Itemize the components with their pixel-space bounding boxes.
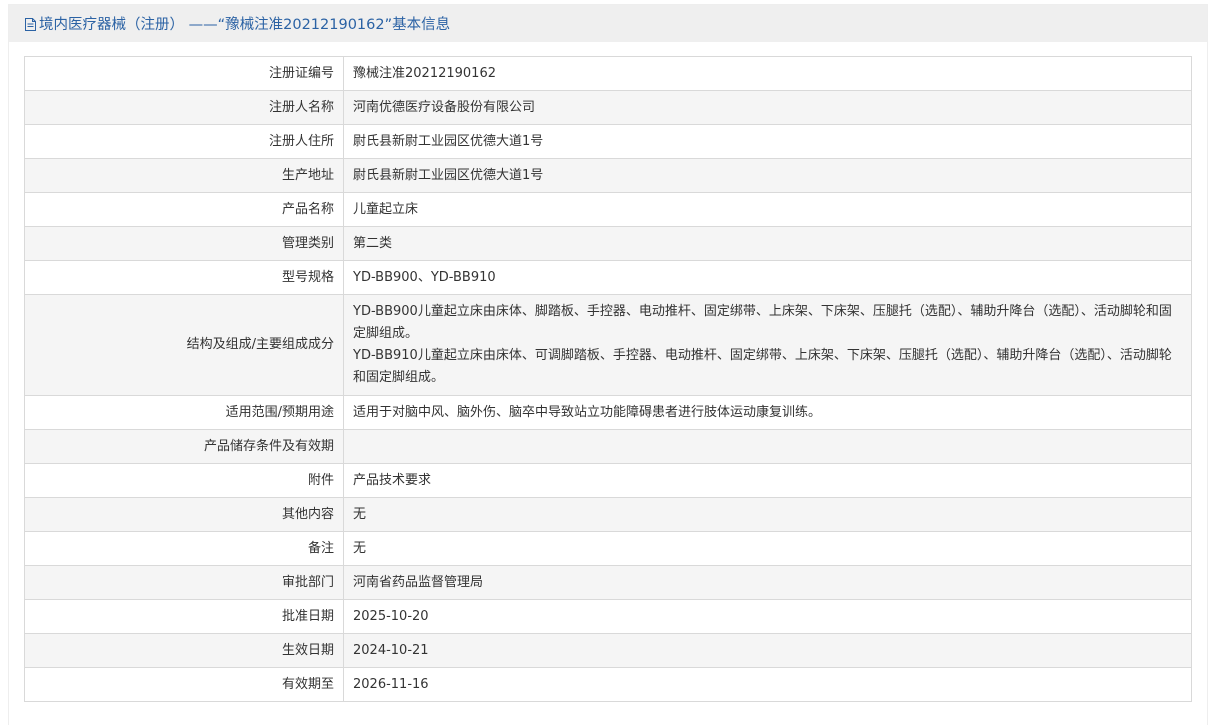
info-table: 注册证编号 豫械注准20212190162 注册人名称 河南优德医疗设备股份有限… [24, 56, 1192, 702]
table-row: 产品储存条件及有效期 [24, 429, 1192, 464]
row-label: 适用范围/预期用途 [24, 395, 344, 430]
row-value: 产品技术要求 [343, 463, 1192, 498]
row-label: 审批部门 [24, 565, 344, 600]
row-label: 管理类别 [24, 226, 344, 261]
row-value [343, 429, 1192, 464]
row-value: 适用于对脑中风、脑外伤、脑卒中导致站立功能障碍患者进行肢体运动康复训练。 [343, 395, 1192, 430]
table-row: 产品名称 儿童起立床 [24, 192, 1192, 227]
row-label: 注册人名称 [24, 90, 344, 125]
row-label: 有效期至 [24, 667, 344, 702]
composition-line: YD-BB910儿童起立床由床体、可调脚踏板、手控器、电动推杆、固定绑带、上床架… [353, 348, 1172, 385]
row-label: 注册证编号 [24, 56, 344, 91]
row-value: 河南省药品监督管理局 [343, 565, 1192, 600]
document-icon [25, 18, 36, 31]
row-label: 生产地址 [24, 158, 344, 193]
page-title: 境内医疗器械（注册） ——“豫械注准20212190162”基本信息 [39, 17, 451, 33]
row-label: 型号规格 [24, 260, 344, 295]
row-value: 尉氏县新尉工业园区优德大道1号 [343, 124, 1192, 159]
table-row: 批准日期 2025-10-20 [24, 599, 1192, 634]
row-value: 无 [343, 497, 1192, 532]
row-label: 生效日期 [24, 633, 344, 668]
row-label: 批准日期 [24, 599, 344, 634]
row-label: 产品储存条件及有效期 [24, 429, 344, 464]
detail-panel: 境内医疗器械（注册） ——“豫械注准20212190162”基本信息 注册证编号… [9, 5, 1207, 725]
table-row: 附件 产品技术要求 [24, 463, 1192, 498]
row-value: 无 [343, 531, 1192, 566]
table-row: 注册人住所 尉氏县新尉工业园区优德大道1号 [24, 124, 1192, 159]
table-row: 备注 无 [24, 531, 1192, 566]
table-row: 注册证编号 豫械注准20212190162 [24, 56, 1192, 91]
row-value: 第二类 [343, 226, 1192, 261]
row-value: 豫械注准20212190162 [343, 56, 1192, 91]
row-label: 产品名称 [24, 192, 344, 227]
row-value: 2026-11-16 [343, 667, 1192, 702]
row-value: 儿童起立床 [343, 192, 1192, 227]
panel-header: 境内医疗器械（注册） ——“豫械注准20212190162”基本信息 [9, 5, 1207, 42]
table-row: 管理类别 第二类 [24, 226, 1192, 261]
table-row: 结构及组成/主要组成成分 YD-BB900儿童起立床由床体、脚踏板、手控器、电动… [24, 294, 1192, 396]
row-value: YD-BB900、YD-BB910 [343, 260, 1192, 295]
table-row: 生产地址 尉氏县新尉工业园区优德大道1号 [24, 158, 1192, 193]
table-row: 适用范围/预期用途 适用于对脑中风、脑外伤、脑卒中导致站立功能障碍患者进行肢体运… [24, 395, 1192, 430]
composition-line: YD-BB900儿童起立床由床体、脚踏板、手控器、电动推杆、固定绑带、上床架、下… [353, 304, 1172, 341]
table-row: 注册人名称 河南优德医疗设备股份有限公司 [24, 90, 1192, 125]
table-row: 审批部门 河南省药品监督管理局 [24, 565, 1192, 600]
table-row: 生效日期 2024-10-21 [24, 633, 1192, 668]
row-label: 注册人住所 [24, 124, 344, 159]
table-row: 型号规格 YD-BB900、YD-BB910 [24, 260, 1192, 295]
row-value: 2025-10-20 [343, 599, 1192, 634]
row-label: 备注 [24, 531, 344, 566]
row-label: 其他内容 [24, 497, 344, 532]
row-value: 河南优德医疗设备股份有限公司 [343, 90, 1192, 125]
table-row: 其他内容 无 [24, 497, 1192, 532]
row-value: 2024-10-21 [343, 633, 1192, 668]
row-value: 尉氏县新尉工业园区优德大道1号 [343, 158, 1192, 193]
table-row: 有效期至 2026-11-16 [24, 667, 1192, 702]
row-label: 附件 [24, 463, 344, 498]
row-label: 结构及组成/主要组成成分 [24, 294, 344, 396]
row-value: YD-BB900儿童起立床由床体、脚踏板、手控器、电动推杆、固定绑带、上床架、下… [343, 294, 1192, 396]
